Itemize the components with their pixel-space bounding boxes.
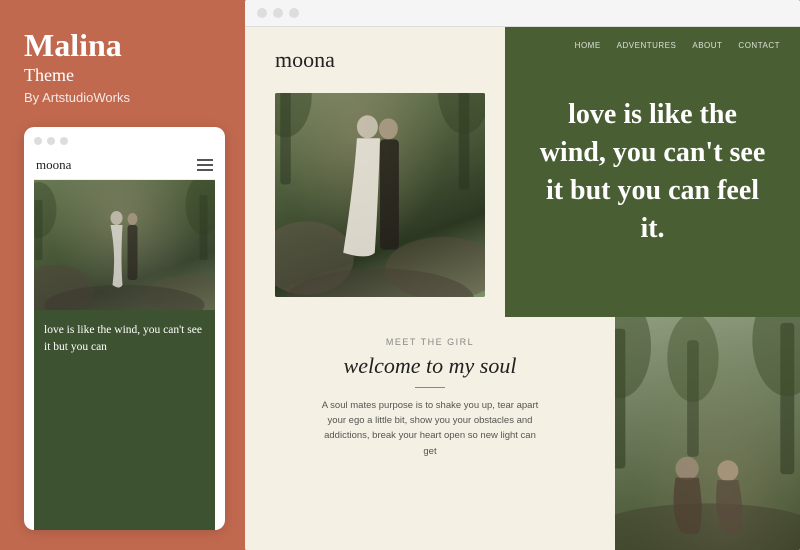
welcome-title: welcome to my soul [344,353,517,379]
browser-dot-2 [273,8,283,18]
theme-title: Malina [24,28,225,63]
bottom-section: MEET THE GIRL welcome to my soul A soul … [245,317,800,550]
desktop-preview: moona [245,27,800,550]
mobile-browser-dots [34,137,215,145]
nav-item-adventures[interactable]: ADVENTURES [617,41,677,50]
browser-bar [245,0,800,27]
desktop-logo: moona [275,47,485,73]
mobile-text-block: love is like the wind, you can't see it … [34,310,215,530]
mobile-dot-1 [34,137,42,145]
hero-section: moona [245,27,800,317]
nav-item-about[interactable]: ABOUT [692,41,722,50]
mobile-quote: love is like the wind, you can't see it … [44,322,205,355]
mobile-logo: moona [36,157,71,173]
left-panel: Malina Theme By ArtstudioWorks moona [0,0,245,550]
nav-item-contact[interactable]: CONTACT [738,41,780,50]
hero-photo [275,93,485,297]
theme-subtitle: Theme [24,65,225,86]
browser-dot-1 [257,8,267,18]
hero-quote: love is like the wind, you can't see it … [535,96,770,247]
welcome-divider [415,387,445,388]
theme-by: By ArtstudioWorks [24,90,225,105]
nav-item-home[interactable]: HOME [575,41,601,50]
bottom-text-content: MEET THE GIRL welcome to my soul A soul … [245,317,615,550]
mobile-dot-3 [60,137,68,145]
welcome-text: A soul mates purpose is to shake you up,… [320,398,540,459]
right-panel: moona [245,0,800,550]
meet-label: MEET THE GIRL [386,337,474,347]
browser-dot-3 [289,8,299,18]
desktop-nav: HOME ADVENTURES ABOUT CONTACT [575,41,780,50]
mobile-nav: moona [34,153,215,180]
mobile-hero-image [34,180,215,310]
hero-right-column: HOME ADVENTURES ABOUT CONTACT love is li… [505,27,800,317]
bottom-nature-photo [615,317,800,550]
hero-left-column: moona [245,27,505,317]
mobile-preview-card: moona [24,127,225,530]
mobile-dot-2 [47,137,55,145]
mobile-hamburger-icon[interactable] [197,159,213,171]
